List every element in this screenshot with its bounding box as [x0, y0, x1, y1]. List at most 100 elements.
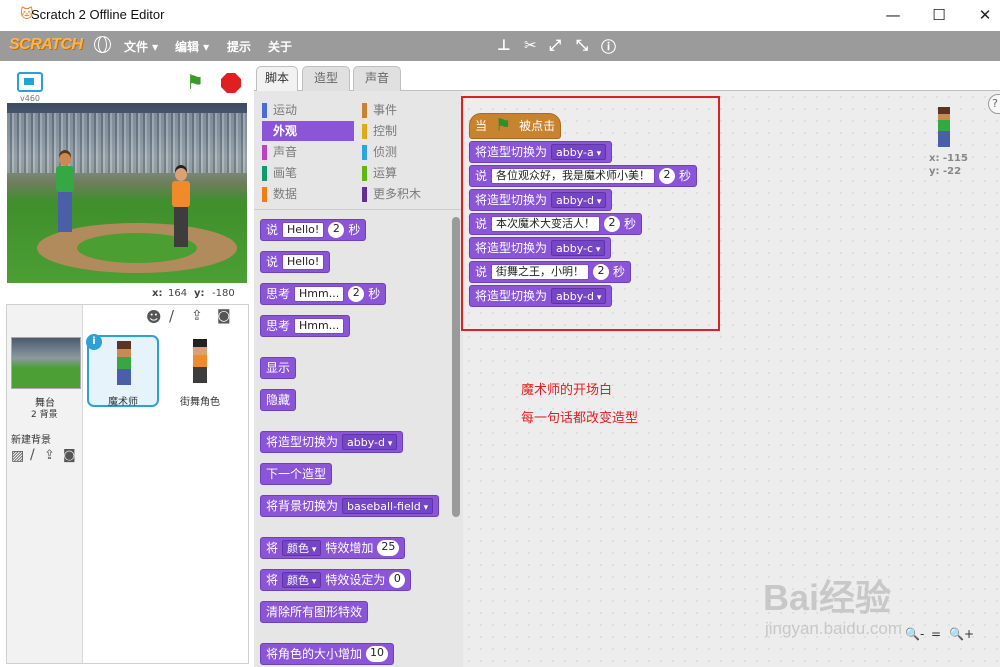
- sprite-tile-dancer[interactable]: 街舞角色: [164, 335, 236, 408]
- camera-icon[interactable]: ◙: [63, 448, 76, 463]
- help-icon[interactable]: ?: [988, 94, 1000, 114]
- minimize-button[interactable]: —: [870, 0, 916, 31]
- upload-icon[interactable]: ⇪: [44, 448, 55, 463]
- block-text-input[interactable]: Hmm...: [294, 318, 345, 334]
- say-for-secs-block[interactable]: 说 本次魔术大变活人！ 2 秒: [469, 213, 643, 235]
- category-operators[interactable]: 运算: [362, 163, 454, 183]
- grow-icon[interactable]: ⤢: [549, 36, 561, 54]
- zoom-reset-icon[interactable]: =: [931, 627, 941, 641]
- tab-scripts[interactable]: 脚本: [256, 66, 298, 91]
- hide-block[interactable]: 隐藏: [260, 389, 297, 411]
- paint-sprite-icon[interactable]: /: [169, 307, 174, 325]
- costume-dropdown[interactable]: abby-d: [551, 288, 607, 304]
- menu-tips[interactable]: 提示: [227, 38, 251, 55]
- camera-sprite-icon[interactable]: ◙: [217, 308, 231, 324]
- script-area[interactable]: 当 ⚑ 被点击 将造型切换为 abby-a 说 各位观众好，我是魔术师小美！ 2…: [461, 91, 1000, 667]
- category-looks[interactable]: 外观: [262, 121, 354, 141]
- next-costume-block[interactable]: 下一个造型: [260, 463, 333, 485]
- close-button[interactable]: ✕: [962, 0, 1000, 31]
- change-effect-block[interactable]: 将 颜色 特效增加 25: [260, 537, 406, 559]
- set-effect-block[interactable]: 将 颜色 特效设定为 0: [260, 569, 412, 591]
- switch-costume-block[interactable]: 将造型切换为 abby-c: [469, 237, 612, 259]
- category-events[interactable]: 事件: [362, 100, 454, 120]
- block-text-input[interactable]: Hello!: [282, 254, 325, 270]
- costume-dropdown[interactable]: abby-a: [551, 144, 607, 160]
- block-text-input[interactable]: 街舞之王，小明！: [491, 264, 590, 280]
- category-pen[interactable]: 画笔: [262, 163, 354, 183]
- show-block[interactable]: 显示: [260, 357, 297, 379]
- green-flag-icon[interactable]: ⚑: [186, 70, 204, 94]
- palette-scrollbar[interactable]: [452, 217, 460, 517]
- block-text-input[interactable]: 各位观众好，我是魔术师小美！: [491, 168, 656, 184]
- block-number-input[interactable]: 2: [593, 264, 610, 280]
- stage-thumbnail[interactable]: [11, 337, 81, 389]
- when-flag-clicked-block[interactable]: 当 ⚑ 被点击: [469, 113, 562, 139]
- backdrop-library-icon[interactable]: ▨: [11, 448, 24, 464]
- category-data[interactable]: 数据: [262, 184, 354, 204]
- dancer-sprite[interactable]: [170, 168, 192, 247]
- say-block[interactable]: 说 Hello!: [260, 251, 331, 273]
- sprite-library-icon[interactable]: ☻: [146, 308, 162, 326]
- block-number-input[interactable]: 25: [377, 540, 400, 556]
- block-text-input[interactable]: Hello!: [282, 222, 325, 238]
- block-number-input[interactable]: 2: [348, 286, 365, 302]
- stop-sign-icon[interactable]: [221, 73, 241, 93]
- effect-dropdown[interactable]: 颜色: [282, 572, 322, 588]
- block-number-input[interactable]: 10: [366, 646, 389, 662]
- say-for-secs-block[interactable]: 说 Hello! 2 秒: [260, 219, 367, 241]
- switch-costume-block[interactable]: 将造型切换为 abby-a: [469, 141, 613, 163]
- shrink-icon[interactable]: ⤡: [576, 36, 588, 54]
- info-icon[interactable]: i: [86, 334, 102, 350]
- category-sensing[interactable]: 侦测: [362, 142, 454, 162]
- sprite-name: 魔术师: [108, 397, 138, 408]
- costume-dropdown[interactable]: abby-d: [342, 434, 398, 450]
- block-label: 将造型切换为: [475, 193, 548, 207]
- tab-costumes[interactable]: 造型: [302, 66, 350, 91]
- block-text-input[interactable]: Hmm...: [294, 286, 345, 302]
- upload-sprite-icon[interactable]: ⇪: [191, 308, 203, 324]
- zoom-in-icon[interactable]: 🔍+: [949, 627, 974, 641]
- menu-file[interactable]: 文件 ▾: [124, 38, 158, 55]
- block-palette: 运动 事件 外观 控制 声音 侦测 画笔 运算 数据 更多积木 说 Hello!…: [254, 91, 463, 667]
- category-motion[interactable]: 运动: [262, 100, 354, 120]
- sprite-x-position: x: -115: [929, 153, 968, 164]
- block-label: 秒: [624, 217, 637, 231]
- think-block[interactable]: 思考 Hmm...: [260, 315, 351, 337]
- block-text-input[interactable]: 本次魔术大变活人！: [491, 216, 601, 232]
- think-for-secs-block[interactable]: 思考 Hmm... 2 秒: [260, 283, 387, 305]
- maximize-button[interactable]: ☐: [916, 0, 962, 31]
- block-number-input[interactable]: 2: [659, 168, 676, 184]
- scratch-logo[interactable]: SCRATCH: [9, 36, 83, 54]
- menu-edit[interactable]: 编辑 ▾: [175, 38, 209, 55]
- switch-backdrop-block[interactable]: 将背景切换为 baseball-field: [260, 495, 440, 517]
- stage-canvas[interactable]: [7, 103, 247, 283]
- costume-dropdown[interactable]: abby-d: [551, 192, 607, 208]
- paint-brush-icon[interactable]: /: [30, 447, 35, 463]
- costume-dropdown[interactable]: abby-c: [551, 240, 606, 256]
- switch-costume-block[interactable]: 将造型切换为 abby-d: [260, 431, 404, 453]
- zoom-out-icon[interactable]: 🔍-: [905, 627, 924, 641]
- block-number-input[interactable]: 2: [328, 222, 345, 238]
- category-sound[interactable]: 声音: [262, 142, 354, 162]
- say-for-secs-block[interactable]: 说 街舞之王，小明！ 2 秒: [469, 261, 632, 283]
- block-number-input[interactable]: 2: [604, 216, 621, 232]
- category-more-blocks[interactable]: 更多积木: [362, 184, 454, 204]
- block-number-input[interactable]: 0: [389, 572, 406, 588]
- switch-costume-block[interactable]: 将造型切换为 abby-d: [469, 189, 613, 211]
- language-globe-icon[interactable]: [94, 36, 111, 53]
- say-for-secs-block[interactable]: 说 各位观众好，我是魔术师小美！ 2 秒: [469, 165, 698, 187]
- tab-sounds[interactable]: 声音: [353, 66, 401, 91]
- duplicate-stamp-icon[interactable]: ⊥: [497, 36, 511, 54]
- switch-costume-block[interactable]: 将造型切换为 abby-d: [469, 285, 613, 307]
- change-size-block[interactable]: 将角色的大小增加 10: [260, 643, 395, 665]
- block-help-icon[interactable]: ⓘ: [601, 36, 616, 57]
- sprite-tile-magician[interactable]: i 魔术师: [86, 334, 159, 408]
- category-control[interactable]: 控制: [362, 121, 454, 141]
- magician-sprite[interactable]: [54, 153, 76, 232]
- menu-about[interactable]: 关于: [268, 38, 292, 55]
- cut-scissors-icon[interactable]: ✂: [524, 36, 537, 54]
- fullscreen-icon[interactable]: [17, 72, 43, 92]
- effect-dropdown[interactable]: 颜色: [282, 540, 322, 556]
- clear-effects-block[interactable]: 清除所有图形特效: [260, 601, 369, 623]
- backdrop-dropdown[interactable]: baseball-field: [342, 498, 434, 514]
